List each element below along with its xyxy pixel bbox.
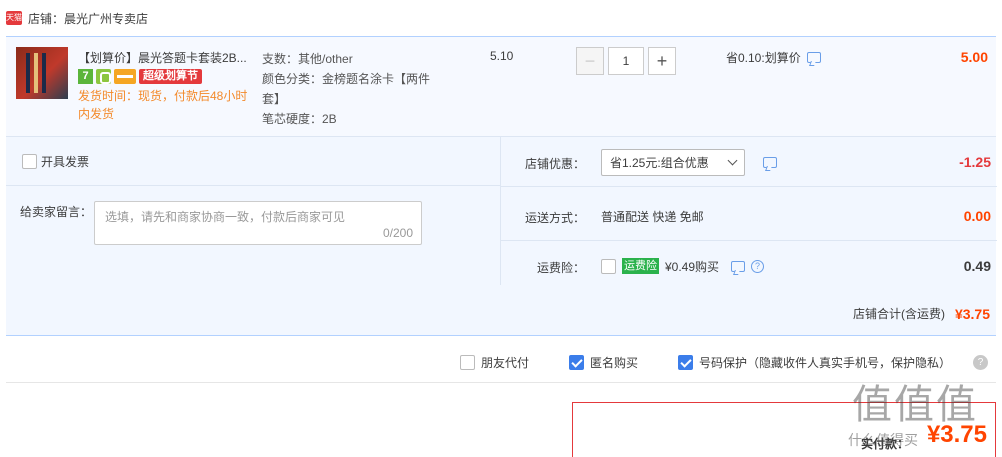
product-attributes: 支数：其他/other 颜色分类：金榜题名涂卡【两件套】 笔芯硬度：2B: [262, 49, 442, 129]
attr-support: 支数：其他/other: [262, 52, 353, 66]
divider: [6, 185, 500, 186]
insurance-badge: 运费险: [622, 258, 659, 274]
watermark-logo: 值值值: [852, 382, 978, 428]
product-thumbnail[interactable]: [16, 47, 68, 99]
discount-value: -1.25: [959, 154, 991, 170]
insurance-row: 运费险： 运费险 ¥0.49购买 ? 0.49: [501, 241, 997, 291]
product-title-link[interactable]: 【划算价】晨光答题卡套装2B...: [78, 49, 253, 66]
message-label: 给卖家留言：: [20, 205, 93, 219]
shipping-method: 普通配送 快递 免邮: [601, 209, 704, 224]
help-icon[interactable]: ?: [751, 259, 765, 273]
discount-label: 店铺优惠：: [525, 157, 586, 171]
anonymous-option[interactable]: 匿名购买: [568, 354, 638, 371]
anonymous-label: 匿名购买: [589, 356, 638, 370]
shop-name-link[interactable]: 晨光广州专卖店: [64, 10, 148, 27]
invoice-option[interactable]: 开具发票: [22, 153, 89, 170]
insurance-content: 运费险 ¥0.49购买 ?: [601, 241, 765, 291]
promo-note: 省0.10:划算价: [726, 49, 821, 66]
discount-row: 店铺优惠： 省1.25元:组合优惠 -1.25: [501, 137, 997, 187]
shop-total-value: ¥3.75: [954, 305, 990, 322]
friend-pay-label: 朋友代付: [480, 356, 529, 370]
order-details: 开具发票 给卖家留言： 选填，请先和商家协商一致，付款后商家可见 0/200 店…: [6, 136, 997, 336]
cart-item-row: 【划算价】晨光答题卡套装2B... 7 超级划算节 发货时间：现货，付款后48小…: [6, 36, 996, 136]
question-icon[interactable]: ?: [973, 355, 988, 370]
card-payment-icon: [114, 69, 136, 84]
quantity-input[interactable]: 1: [608, 47, 644, 75]
watermark-text: 什么值得买: [848, 432, 918, 448]
discount-select[interactable]: 省1.25元:组合优惠: [601, 148, 745, 176]
insurance-label: 运费险：: [537, 261, 586, 275]
order-left-column: 开具发票 给卖家留言： 选填，请先和商家协商一致，付款后商家可见 0/200: [6, 137, 500, 285]
tmall-logo-icon: 天猫: [6, 11, 22, 25]
quantity-stepper: − 1 +: [576, 47, 676, 75]
shipping-value: 0.00: [963, 208, 991, 224]
message-char-count: 0/200: [382, 226, 413, 240]
guarantee-icon: [96, 69, 111, 84]
shipping-time-note: 发货时间：现货，付款后48小时内发货: [78, 89, 248, 121]
message-placeholder: 选填，请先和商家协商一致，付款后商家可见: [105, 210, 346, 224]
attr-hardness: 笔芯硬度：2B: [262, 112, 337, 126]
shop-header: 天猫 店铺： 晨光广州专卖店: [6, 8, 148, 28]
order-right-column: 店铺优惠： 省1.25元:组合优惠 -1.25 运送方式： 普通配送 快递 免邮…: [500, 137, 997, 285]
chat-icon[interactable]: [763, 156, 777, 168]
shipping-row: 运送方式： 普通配送 快递 免邮 0.00: [501, 191, 997, 241]
shop-total: 店铺合计(含运费) ¥3.75: [853, 305, 990, 322]
friend-pay-option[interactable]: 朋友代付: [459, 354, 529, 371]
insurance-price: ¥0.49购买: [665, 259, 720, 274]
attr-color: 颜色分类：金榜题名涂卡【两件套】: [262, 72, 431, 106]
discount-select-value: 省1.25元:组合优惠: [610, 155, 709, 170]
shipping-content: 普通配送 快递 免邮: [601, 191, 704, 241]
anonymous-checkbox[interactable]: [568, 355, 584, 370]
chat-icon[interactable]: [731, 260, 746, 272]
friend-pay-checkbox[interactable]: [459, 355, 475, 370]
discount-content: 省1.25元:组合优惠: [601, 137, 777, 187]
insurance-checkbox[interactable]: [601, 258, 616, 274]
chat-icon[interactable]: [806, 52, 821, 63]
invoice-label: 开具发票: [41, 155, 90, 169]
super-deal-badge: 超级划算节: [139, 69, 202, 84]
unit-price: 5.10: [490, 49, 514, 63]
number-protect-option[interactable]: 号码保护（隐藏收件人真实手机号，保护隐私）: [677, 354, 951, 371]
checkout-options: 朋友代付 匿名购买 号码保护（隐藏收件人真实手机号，保护隐私） ?: [6, 343, 996, 383]
chevron-down-icon: [727, 155, 738, 166]
shop-total-label: 店铺合计(含运费): [852, 307, 945, 321]
product-tags: 7 超级划算节: [78, 69, 202, 84]
seller-message-input[interactable]: 选填，请先和商家协商一致，付款后商家可见 0/200: [94, 201, 422, 245]
insurance-value: 0.49: [963, 258, 991, 274]
invoice-checkbox[interactable]: [22, 154, 37, 169]
increase-quantity-button[interactable]: +: [648, 47, 676, 75]
line-total: 5.00: [960, 49, 988, 65]
decrease-quantity-button[interactable]: −: [576, 47, 604, 75]
number-protect-checkbox[interactable]: [677, 355, 693, 370]
promo-text: 省0.10:划算价: [726, 51, 801, 65]
seven-day-return-icon: 7: [78, 69, 93, 84]
shipping-label: 运送方式：: [525, 211, 586, 225]
shop-label: 店铺：: [28, 11, 65, 26]
number-protect-label: 号码保护（隐藏收件人真实手机号，保护隐私）: [698, 356, 951, 370]
